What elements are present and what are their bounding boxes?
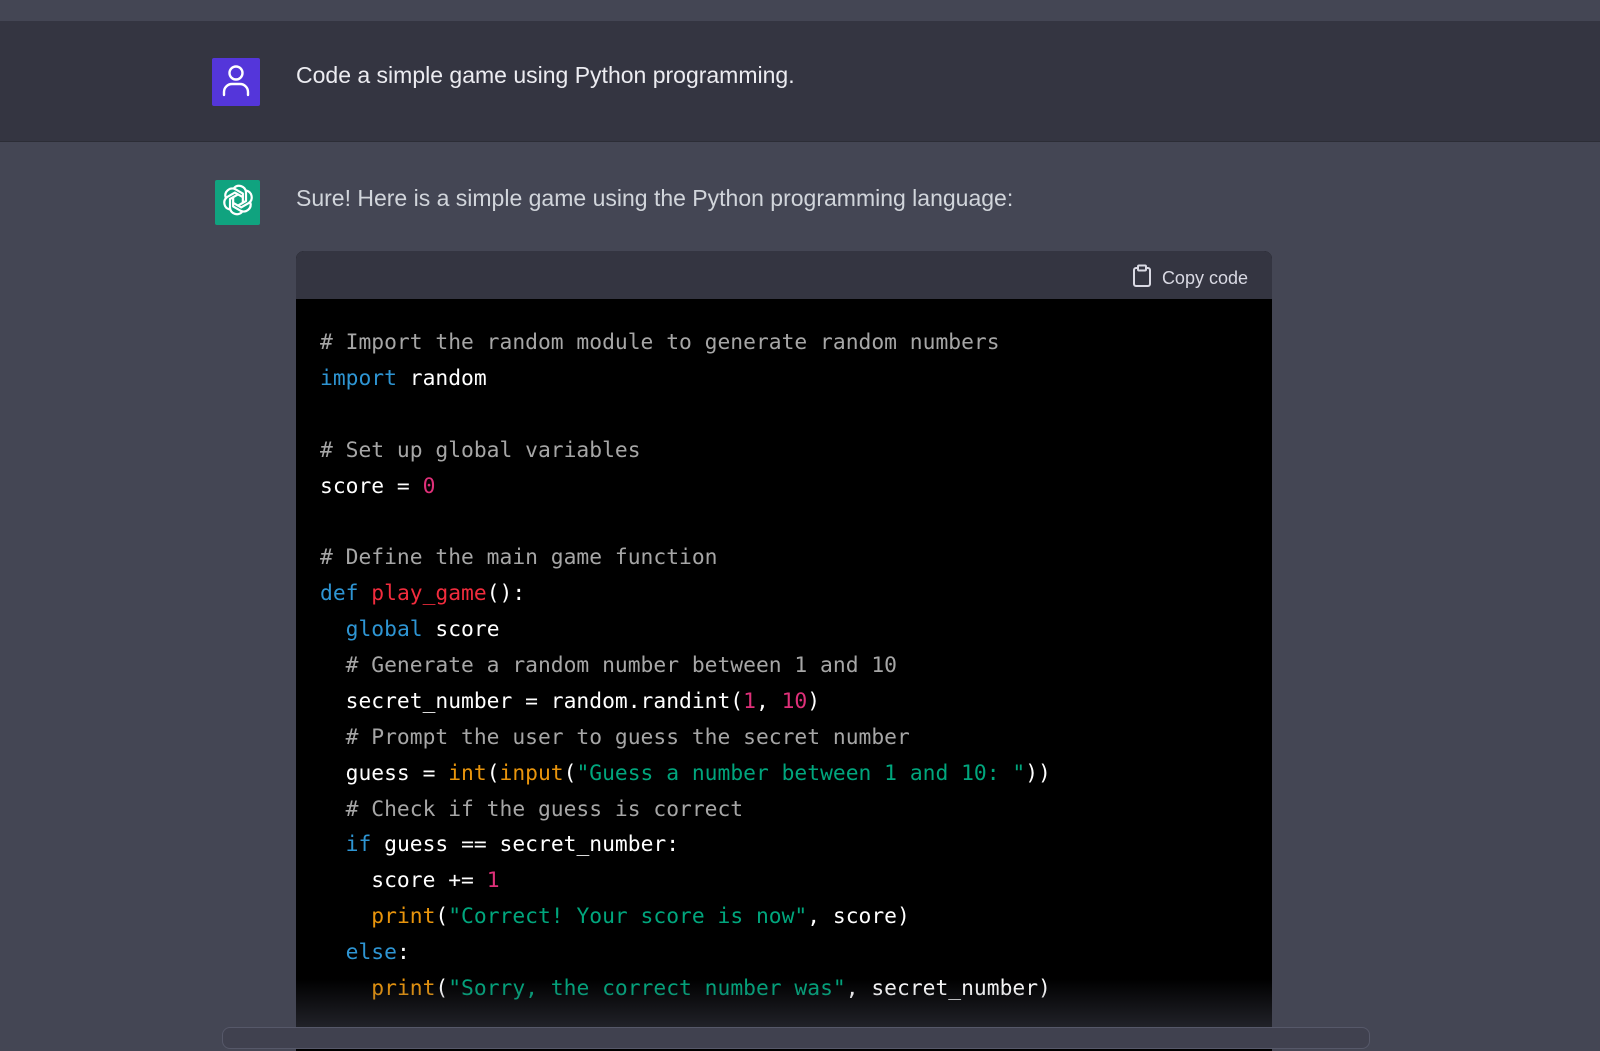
code-token-string: "Sorry, the correct number was" <box>448 976 846 1002</box>
assistant-message-text: Sure! Here is a simple game using the Py… <box>296 185 1014 211</box>
code-token-comment: # Check if the guess is correct <box>320 796 744 822</box>
code-token-plain: (): <box>486 581 526 607</box>
copy-code-label: Copy code <box>1161 268 1248 288</box>
code-line: import random <box>320 361 1272 397</box>
code-line: # Import the random module to generate r… <box>320 325 1272 361</box>
top-strip <box>0 0 1600 21</box>
code-block-header: Copy code <box>296 251 1272 299</box>
code-token-string: "Correct! Your score is now" <box>448 904 808 930</box>
code-token-plain: guess = <box>320 760 449 786</box>
code-token-plain: score += <box>320 868 487 894</box>
code-line: if guess == secret_number: <box>320 827 1272 863</box>
code-line: # Generate a random number between 1 and… <box>320 648 1272 684</box>
code-token-plain: : <box>396 940 410 966</box>
code-line: score = 0 <box>320 469 1272 505</box>
code-token-plain: , secret_number) <box>845 976 1051 1002</box>
code-line: guess = int(input("Guess a number betwee… <box>320 756 1272 792</box>
code-token-comment: # Import the random module to generate r… <box>320 330 1000 355</box>
code-block: Copy code # Import the random module to … <box>296 251 1272 1051</box>
code-token-plain: guess == secret_number: <box>371 832 680 858</box>
code-line: # Prompt the user to guess the secret nu… <box>320 720 1272 756</box>
code-token-number: 0 <box>422 473 436 499</box>
code-token-plain: , score) <box>807 904 910 930</box>
code-token-comment: # Prompt the user to guess the secret nu… <box>320 724 910 750</box>
code-line: print("Correct! Your score is now", scor… <box>320 899 1272 935</box>
copy-code-button[interactable]: Copy code <box>1132 264 1248 293</box>
user-avatar <box>212 58 260 106</box>
user-icon <box>221 63 251 102</box>
code-line: secret_number = random.randint(1, 10) <box>320 684 1272 720</box>
code-token-plain: ( <box>435 976 449 1002</box>
code-token-keyword: global <box>345 617 423 643</box>
code-token-number: 1 <box>486 868 500 894</box>
code-token-builtin: input <box>499 760 564 786</box>
code-token-builtin: int <box>448 760 487 786</box>
code-token-plain: secret_number = random.randint( <box>320 688 744 714</box>
code-token-plain: ) <box>807 688 821 714</box>
code-token-keyword: def <box>320 581 359 607</box>
code-token-plain: score = <box>320 473 423 499</box>
code-line: # Define the main game function <box>320 540 1272 576</box>
code-token-comment: # Set up global variables <box>320 437 641 463</box>
code-token-keyword: import <box>320 365 397 391</box>
code-line: # Set up global variables <box>320 433 1272 469</box>
code-token-plain: , <box>755 688 782 714</box>
code-token-builtin: print <box>371 904 436 930</box>
code-token-plain: ( <box>486 760 500 786</box>
openai-logo-icon <box>221 183 255 222</box>
code-line: else: <box>320 935 1272 971</box>
code-token-plain: )) <box>1025 760 1051 786</box>
code-token-builtin: print <box>371 976 436 1002</box>
assistant-message-row: Sure! Here is a simple game using the Py… <box>0 142 1600 1051</box>
code-token-number: 1 <box>743 688 756 714</box>
code-token-comment: # Define the main game function <box>320 545 718 571</box>
code-token-comment: # Generate a random number between 1 and… <box>320 653 897 679</box>
code-line: def play_game(): <box>320 576 1272 612</box>
code-token-plain: ( <box>435 904 449 930</box>
user-message-text: Code a simple game using Python programm… <box>296 62 795 88</box>
code-line: global score <box>320 612 1272 648</box>
code-line: # Check if the guess is correct <box>320 792 1272 828</box>
code-token-number: 10 <box>781 688 808 714</box>
clipboard-icon <box>1132 264 1152 293</box>
code-line: print("Sorry, the correct number was", s… <box>320 971 1272 1007</box>
code-token-func: play_game <box>371 581 487 607</box>
code-token-plain: random <box>396 365 487 391</box>
user-message-row: Code a simple game using Python programm… <box>0 21 1600 142</box>
assistant-avatar <box>215 180 260 225</box>
code-line: score += 1 <box>320 863 1272 899</box>
code-token-keyword: if <box>345 832 372 858</box>
code-token-plain: ( <box>563 760 577 786</box>
code-token-plain: score <box>422 617 500 643</box>
code-token-string: "Guess a number between 1 and 10: " <box>576 760 1026 786</box>
prompt-input-box[interactable] <box>222 1027 1370 1049</box>
code-content: # Import the random module to generate r… <box>296 299 1272 1007</box>
code-token-keyword: else <box>345 940 397 966</box>
